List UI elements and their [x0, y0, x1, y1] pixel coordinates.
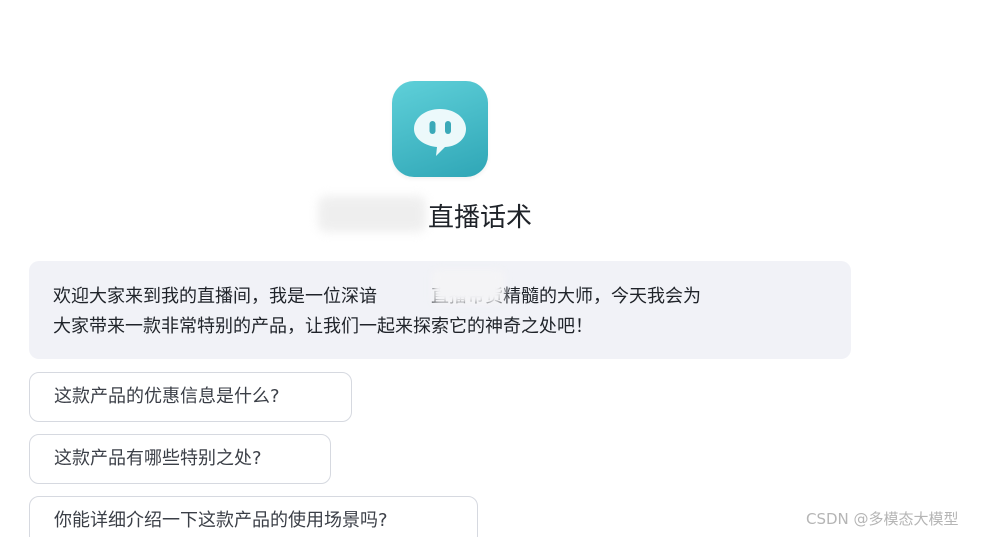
redacted-brand-name [432, 270, 504, 304]
redacted-title-prefix [318, 196, 426, 232]
page-title: 直播话术 [428, 203, 533, 233]
suggestion-question-1[interactable]: 这款产品的优惠信息是什么? [29, 372, 352, 422]
chat-bubble-icon [392, 81, 488, 177]
suggestion-question-2[interactable]: 这款产品有哪些特别之处? [29, 434, 331, 484]
suggestion-question-3[interactable]: 你能详细介绍一下这款产品的使用场景吗? [29, 496, 478, 537]
watermark: CSDN @多模态大模型 [806, 510, 959, 528]
welcome-line-1-start: 欢迎大家来到我的直播间，我是一位深谙 [53, 286, 377, 307]
welcome-line-2: 大家带来一款非常特别的产品，让我们一起来探索它的神奇之处吧！ [53, 316, 593, 337]
chat-start-page: 直播话术 欢迎大家来到我的直播间，我是一位深谙 直播带货精髓的大师，今天我会为 大… [0, 0, 994, 537]
